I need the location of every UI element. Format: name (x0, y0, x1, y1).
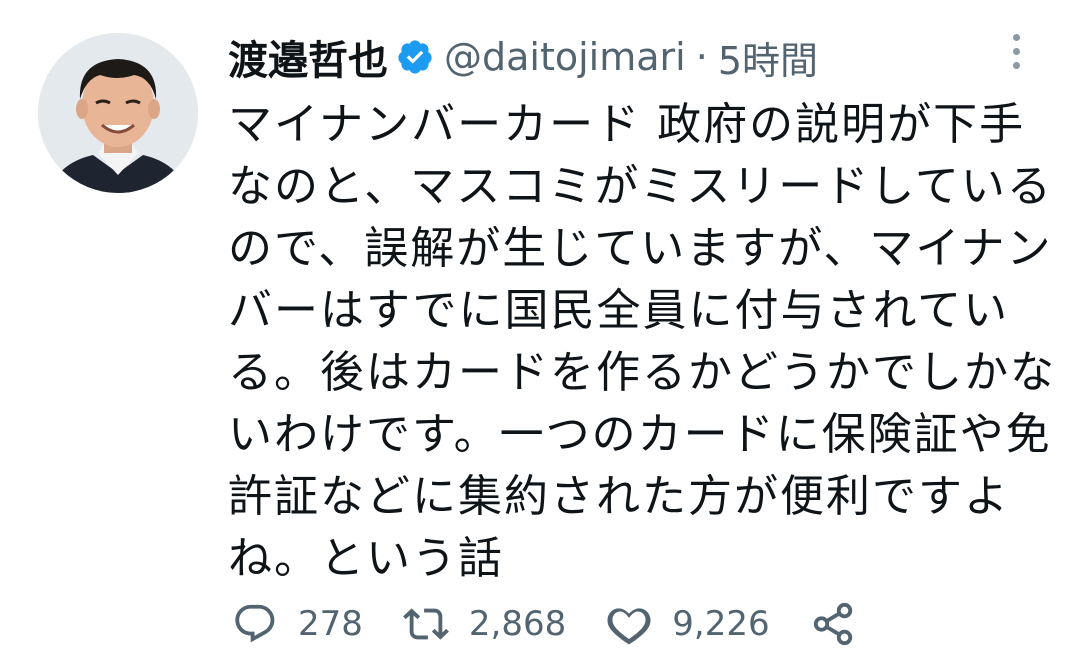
more-vertical-icon[interactable] (1006, 34, 1026, 74)
reply-button[interactable]: 278 (232, 601, 363, 647)
share-button[interactable] (810, 601, 856, 647)
like-button[interactable]: 9,226 (606, 601, 770, 647)
tweet-text-line: る。後はカードを作るかどうかでしかな (228, 347, 1056, 398)
tweet-actions: 278 2,868 9,226 (232, 596, 896, 652)
user-avatar[interactable] (38, 33, 198, 193)
retweet-count: 2,868 (468, 604, 567, 644)
verified-badge-icon (396, 38, 434, 76)
retweet-button[interactable]: 2,868 (403, 601, 566, 647)
retweet-icon (403, 608, 449, 640)
separator-dot: · (695, 35, 708, 79)
reply-icon (235, 604, 275, 643)
author-name[interactable]: 渡邉哲也 (228, 28, 388, 86)
avatar-photo (38, 33, 198, 193)
tweet-text-line: ね。という話 (228, 533, 504, 584)
tweet-text-line: なのと、マスコミがミスリードしている (228, 161, 1053, 212)
share-icon (813, 602, 852, 646)
tweet-text: マイナンバーカード 政府の説明が下手 なのと、マスコミがミスリードしている ので… (228, 94, 1056, 590)
author-handle[interactable]: @daitojimari (444, 35, 686, 79)
tweet-header: 渡邉哲也 @daitojimari · 5時間 (228, 28, 1028, 86)
heart-icon (607, 608, 651, 645)
tweet-content: 渡邉哲也 @daitojimari · 5時間 マイナンバーカード 政府の説明が… (228, 28, 1056, 590)
tweet-text-line: いわけです。一つのカードに保険証や免 (228, 409, 1052, 460)
tweet-timestamp[interactable]: 5時間 (718, 30, 818, 85)
tweet-text-line: マイナンバーカード 政府の説明が下手 (228, 99, 1026, 150)
tweet-text-line: バーはすでに国民全員に付与されてい (228, 285, 1010, 336)
tweet-text-line: ので、誤解が生じていますが、マイナン (228, 223, 1053, 274)
reply-count: 278 (298, 604, 363, 644)
tweet-text-line: 許証などに集約された方が便利ですよ (228, 471, 1010, 522)
like-count: 9,226 (672, 604, 770, 644)
